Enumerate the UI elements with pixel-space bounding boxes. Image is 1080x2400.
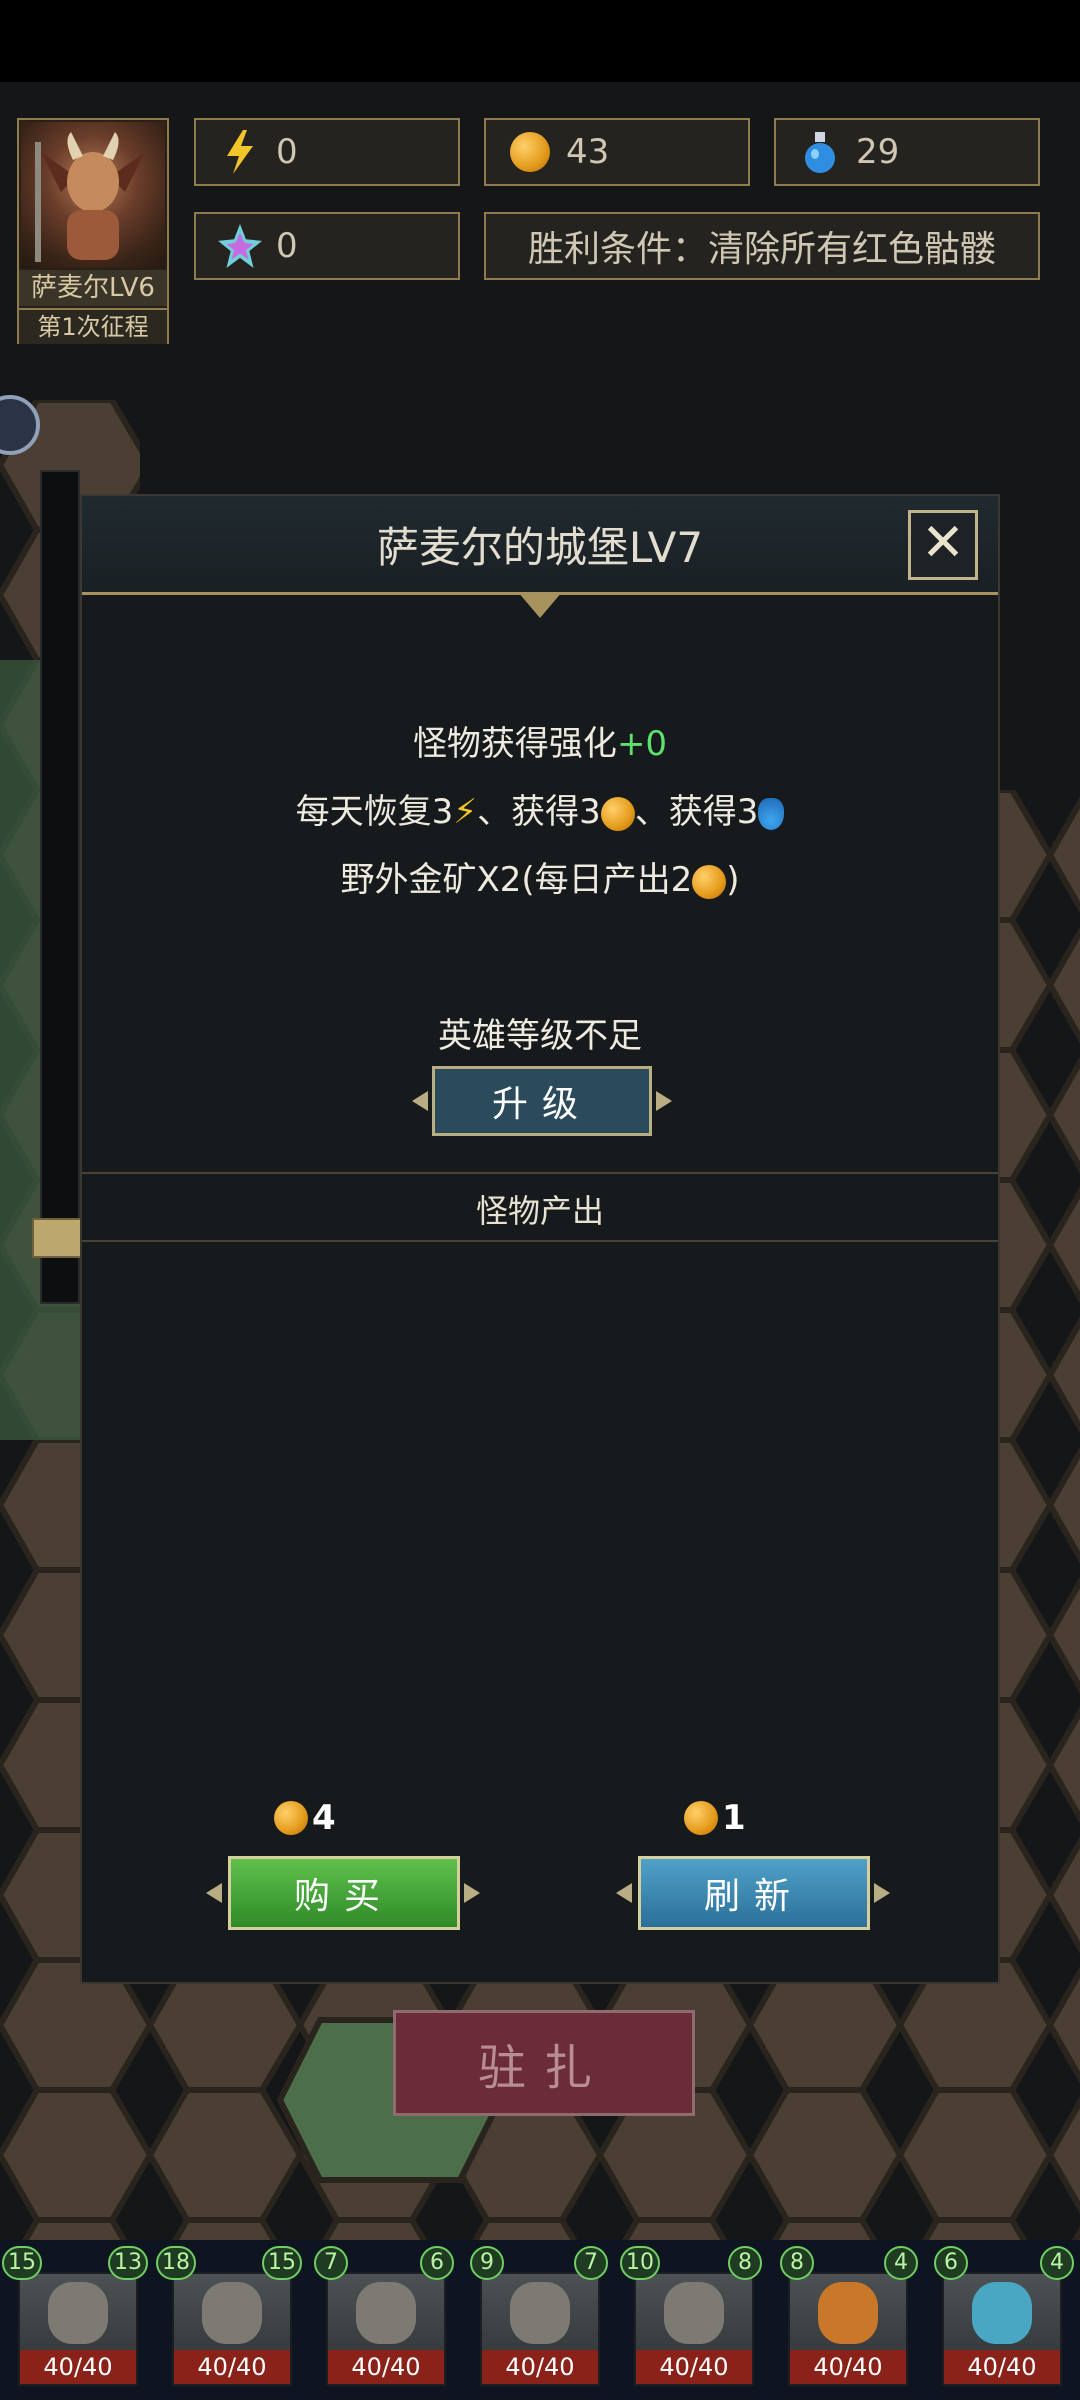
- unit-hp: 40/40: [482, 2350, 598, 2384]
- energy-value: 0: [276, 132, 298, 172]
- close-button[interactable]: ✕: [908, 510, 978, 580]
- daily-potion-text: 、获得3: [634, 792, 759, 832]
- unit-level-badge: 4: [1040, 2246, 1074, 2280]
- mine-text-end: ): [726, 860, 740, 900]
- potion-value: 29: [856, 132, 900, 172]
- hero-avatar: [21, 122, 165, 268]
- gold-coin-icon: [600, 796, 635, 831]
- unit-portrait: [664, 2282, 724, 2344]
- buff-value: +0: [616, 724, 668, 764]
- unit-hp: 40/40: [636, 2350, 752, 2384]
- unit-card[interactable]: 40/40: [480, 2272, 600, 2386]
- dialog-header: 萨麦尔的城堡LV7 ✕: [82, 496, 998, 595]
- gem-counter[interactable]: 0: [194, 212, 460, 280]
- daily-gold-text: 、获得3: [477, 792, 601, 832]
- buff-label: 怪物获得强化: [412, 724, 617, 764]
- gem-value: 0: [276, 226, 298, 266]
- unit-hp: 40/40: [174, 2350, 290, 2384]
- refresh-cost-value: 1: [722, 1798, 746, 1838]
- upgrade-arrow-left-icon: [412, 1091, 428, 1111]
- monster-output-label: 怪物产出: [475, 1192, 604, 1230]
- unit-hp: 40/40: [944, 2350, 1060, 2384]
- energy-counter[interactable]: 0: [194, 118, 460, 186]
- daily-restore-text: 每天恢复3: [295, 792, 454, 832]
- header-notch-ornament: [518, 592, 562, 618]
- potion-icon: [798, 130, 842, 174]
- lightning-icon: [218, 130, 262, 174]
- level-insufficient-text: 英雄等级不足: [438, 1016, 642, 1056]
- daily-line: 每天恢复3⚡、获得3 、获得3: [82, 784, 998, 833]
- unit-portrait: [818, 2282, 878, 2344]
- unit-level-badge: 4: [884, 2246, 918, 2280]
- zoom-slider-track[interactable]: [40, 470, 80, 1304]
- buy-button[interactable]: 购买: [228, 1856, 460, 1930]
- section-divider-bottom: [82, 1240, 998, 1242]
- buy-arrow-right-icon: [464, 1883, 480, 1903]
- unit-hp: 40/40: [328, 2350, 444, 2384]
- unit-level-badge: 10: [620, 2246, 660, 2280]
- section-divider-top: [82, 1172, 998, 1174]
- castle-dialog: 萨麦尔的城堡LV7 ✕ 怪物获得强化+0 每天恢复3⚡、获得3 、获得3 野外金矿…: [80, 494, 1000, 1984]
- potion-counter[interactable]: 29: [774, 118, 1040, 186]
- refresh-arrow-left-icon: [616, 1883, 632, 1903]
- hero-name: 萨麦尔LV6: [19, 270, 167, 306]
- refresh-button[interactable]: 刷新: [638, 1856, 870, 1930]
- buy-cost-value: 4: [312, 1798, 336, 1838]
- station-button[interactable]: 驻扎: [393, 2010, 695, 2116]
- victory-condition-text: 胜利条件：清除所有红色骷髅: [527, 229, 996, 270]
- unit-level-badge: 6: [934, 2246, 968, 2280]
- gold-coin-icon: [692, 864, 727, 899]
- victory-condition: 胜利条件：清除所有红色骷髅: [484, 212, 1040, 280]
- unit-level-badge: 13: [108, 2246, 148, 2280]
- unit-portrait: [972, 2282, 1032, 2344]
- unit-card[interactable]: 40/40: [788, 2272, 908, 2386]
- upgrade-button[interactable]: 升级: [432, 1066, 652, 1136]
- unit-card[interactable]: 40/40: [326, 2272, 446, 2386]
- unit-card[interactable]: 40/40: [172, 2272, 292, 2386]
- mine-line: 野外金矿X2(每日产出2): [82, 852, 998, 901]
- unit-level-badge: 15: [262, 2246, 302, 2280]
- gold-coin-icon: [684, 1801, 718, 1835]
- buff-line: 怪物获得强化+0: [82, 716, 998, 765]
- expedition-count: 第1次征程: [19, 308, 167, 344]
- upgrade-arrow-right-icon: [656, 1091, 672, 1111]
- unit-level-badge: 15: [2, 2246, 42, 2280]
- refresh-cost: 1: [684, 1798, 746, 1838]
- unit-card[interactable]: 40/40: [18, 2272, 138, 2386]
- unit-level-badge: 7: [574, 2246, 608, 2280]
- unit-hp: 40/40: [790, 2350, 906, 2384]
- unit-level-badge: 8: [780, 2246, 814, 2280]
- gold-counter[interactable]: 43: [484, 118, 750, 186]
- unit-level-badge: 8: [728, 2246, 762, 2280]
- buy-arrow-left-icon: [206, 1883, 222, 1903]
- gold-coin-icon: [508, 130, 552, 174]
- unit-card[interactable]: 40/40: [634, 2272, 754, 2386]
- unit-card[interactable]: 40/40: [942, 2272, 1062, 2386]
- gold-value: 43: [566, 132, 610, 172]
- unit-level-badge: 6: [420, 2246, 454, 2280]
- potion-icon: [758, 797, 785, 830]
- refresh-arrow-right-icon: [874, 1883, 890, 1903]
- demon-hero-icon: [35, 132, 145, 262]
- mine-text: 野外金矿X2(每日产出2: [340, 860, 693, 900]
- gold-coin-icon: [274, 1801, 308, 1835]
- crystal-star-icon: [218, 224, 262, 268]
- unit-portrait: [202, 2282, 262, 2344]
- dialog-title: 萨麦尔的城堡LV7: [376, 523, 704, 572]
- unit-portrait: [48, 2282, 108, 2344]
- status-bar: [0, 0, 1080, 82]
- unit-level-badge: 18: [156, 2246, 196, 2280]
- unit-hp: 40/40: [20, 2350, 136, 2384]
- unit-portrait: [356, 2282, 416, 2344]
- unit-level-badge: 9: [470, 2246, 504, 2280]
- hero-portrait[interactable]: 萨麦尔LV6 第1次征程: [17, 118, 169, 344]
- buy-cost: 4: [274, 1798, 336, 1838]
- unit-level-badge: 7: [314, 2246, 348, 2280]
- unit-portrait: [510, 2282, 570, 2344]
- lightning-icon: ⚡: [453, 792, 478, 832]
